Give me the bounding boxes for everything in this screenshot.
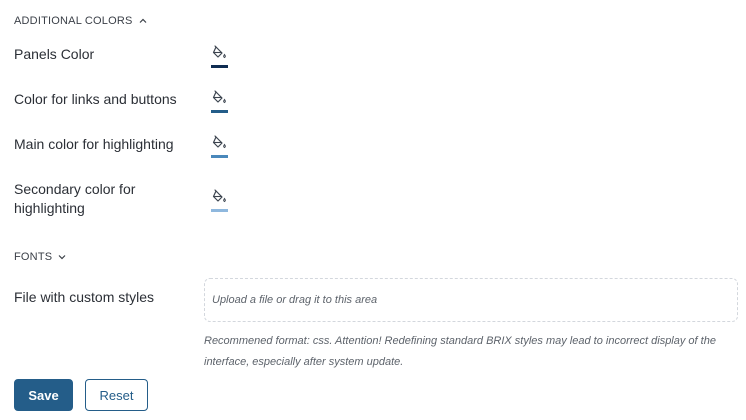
- fonts-header[interactable]: FONTS: [14, 251, 67, 263]
- additional-colors-title: ADDITIONAL COLORS: [14, 15, 133, 27]
- color-swatch: [211, 155, 228, 158]
- main-highlight-color-picker[interactable]: [210, 134, 229, 158]
- secondary-highlight-color-label: Secondary color for highlighting: [14, 181, 136, 216]
- panels-color-label: Panels Color: [14, 46, 95, 62]
- save-button[interactable]: Save: [14, 379, 73, 411]
- fonts-title: FONTS: [14, 251, 53, 263]
- dropzone-text: Upload a file or drag it to this area: [212, 294, 378, 306]
- main-highlight-color-label: Main color for highlighting: [14, 136, 174, 152]
- reset-button[interactable]: Reset: [85, 379, 148, 411]
- file-upload-dropzone[interactable]: Upload a file or drag it to this area: [204, 278, 738, 322]
- additional-colors-header[interactable]: ADDITIONAL COLORS: [14, 15, 148, 27]
- chevron-down-icon: [57, 252, 67, 262]
- custom-styles-hint: Recommened format: css. Attention! Redef…: [204, 335, 716, 368]
- custom-styles-label: File with custom styles: [14, 289, 155, 305]
- chevron-up-icon: [138, 16, 148, 26]
- paint-bucket-icon: [212, 189, 226, 203]
- color-swatch: [211, 110, 228, 113]
- paint-bucket-icon: [212, 135, 226, 149]
- color-swatch: [211, 65, 228, 68]
- paint-bucket-icon: [212, 90, 226, 104]
- links-buttons-color-picker[interactable]: [210, 89, 229, 113]
- paint-bucket-icon: [212, 45, 226, 59]
- links-buttons-color-label: Color for links and buttons: [14, 91, 177, 107]
- color-swatch: [211, 209, 228, 212]
- secondary-highlight-color-picker[interactable]: [210, 188, 229, 212]
- panels-color-picker[interactable]: [210, 44, 229, 68]
